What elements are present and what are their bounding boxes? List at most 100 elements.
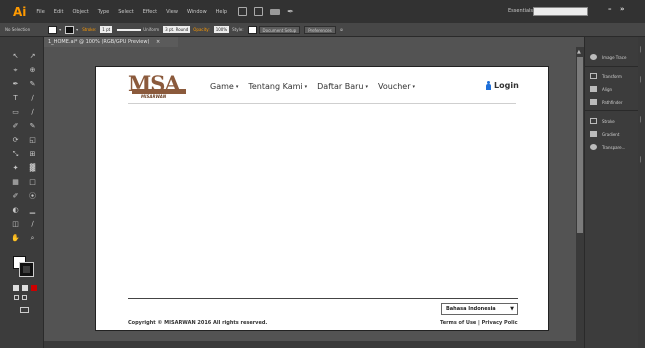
nav-game[interactable]: Game ▾ xyxy=(210,82,238,91)
none-icon[interactable] xyxy=(31,285,37,291)
chevron-down-icon[interactable]: ▾ xyxy=(59,27,61,32)
style-swatch[interactable] xyxy=(247,25,257,34)
selection-status: No Selection xyxy=(5,27,31,32)
site-logo[interactable]: MSA MISARWAN xyxy=(128,72,196,102)
tool-icon[interactable]: ✐ xyxy=(11,192,20,200)
tool-icon[interactable]: ◫ xyxy=(11,220,20,228)
help-search-input[interactable] xyxy=(533,7,588,16)
stroke-swatch[interactable] xyxy=(65,25,75,34)
app-logo: Ai xyxy=(13,4,27,19)
preferences-button[interactable]: Preferences xyxy=(304,25,336,34)
panel-separator xyxy=(585,110,639,111)
vertical-scrollbar[interactable]: ▲ xyxy=(576,47,584,341)
opacity-label[interactable]: Opacity: xyxy=(193,27,209,32)
menu-window[interactable]: Window xyxy=(187,9,207,15)
tool-icon[interactable]: ◱ xyxy=(28,136,37,144)
stroke-profile[interactable]: Uniform xyxy=(143,27,159,32)
horizontal-scrollbar[interactable] xyxy=(44,341,584,348)
canvas[interactable]: MSA MISARWAN Game ▾ Tentang Kami ▾ Daftar … xyxy=(44,47,576,341)
tool-icon[interactable]: ⊞ xyxy=(28,150,37,158)
dock-icon[interactable]: │ xyxy=(639,47,642,53)
tool-icon[interactable]: □ xyxy=(28,178,37,186)
tool-icon[interactable]: ▁ xyxy=(28,206,37,214)
tool-icon[interactable]: ∕ xyxy=(28,108,37,116)
stroke-label[interactable]: Stroke: xyxy=(82,27,96,32)
brush-icon[interactable]: ✒ xyxy=(287,7,294,16)
tool-icon[interactable]: ⌕ xyxy=(28,234,37,242)
workspace-switcher[interactable]: Essentials xyxy=(508,8,533,14)
menu-select[interactable]: Select xyxy=(118,9,133,15)
tool-icon[interactable]: ↖ xyxy=(11,52,20,60)
nav-voucher[interactable]: Voucher ▾ xyxy=(378,82,415,91)
style-label: Style: xyxy=(232,27,244,32)
panel-transparency[interactable]: Transpare... xyxy=(590,144,625,150)
color-icon[interactable] xyxy=(13,285,19,291)
tool-icon[interactable]: ◐ xyxy=(11,206,20,214)
artboard[interactable]: MSA MISARWAN Game ▾ Tentang Kami ▾ Daftar … xyxy=(95,66,549,331)
close-icon[interactable]: × xyxy=(156,39,160,45)
menu-type[interactable]: Type xyxy=(98,9,109,15)
arrange-documents-icon[interactable] xyxy=(270,8,281,15)
tool-icon[interactable]: ✐ xyxy=(11,122,20,130)
panel-stroke[interactable]: Stroke xyxy=(590,118,615,124)
menu-help[interactable]: Help xyxy=(216,9,227,15)
footer-divider xyxy=(128,298,518,299)
footer-links[interactable]: Terms of Use | Privacy Polic xyxy=(440,320,518,326)
vertical-scroll-thumb[interactable] xyxy=(577,57,583,233)
tool-icon[interactable]: ▭ xyxy=(11,108,20,116)
maximize-button[interactable]: » xyxy=(620,5,625,13)
panel-transform[interactable]: Transform xyxy=(590,73,622,79)
tool-icon[interactable]: ⌖ xyxy=(11,66,20,74)
draw-behind-icon[interactable] xyxy=(22,295,27,300)
tool-icon[interactable]: T xyxy=(11,94,20,102)
panel-pathfinder[interactable]: Pathfinder xyxy=(590,99,623,105)
dock-icon[interactable]: │ xyxy=(639,157,642,163)
minimize-button[interactable]: – xyxy=(608,5,612,13)
tool-icon[interactable]: ∕ xyxy=(28,220,37,228)
tool-icon[interactable]: ▓ xyxy=(28,164,37,172)
arrange-icon[interactable]: ⊜ xyxy=(340,27,343,32)
gradient-icon[interactable] xyxy=(22,285,28,291)
dock-icon[interactable]: │ xyxy=(639,117,642,123)
stroke-weight-field[interactable]: 1 pt xyxy=(100,26,113,33)
bridge-icon[interactable] xyxy=(238,7,248,16)
panel-gradient[interactable]: Gradient xyxy=(590,131,619,137)
document-tab-title: 1_HOME.ai* @ 100% (RGB/GPU Preview) xyxy=(48,39,150,45)
language-select[interactable]: Bahasa Indonesia ▼ xyxy=(441,303,518,315)
dock-icon[interactable]: │ xyxy=(639,77,642,83)
menu-object[interactable]: Object xyxy=(72,9,88,15)
menu-edit[interactable]: Edit xyxy=(54,9,64,15)
scroll-up-icon[interactable]: ▲ xyxy=(577,49,581,55)
user-icon xyxy=(486,81,491,90)
stock-icon[interactable] xyxy=(254,7,264,16)
tool-icon[interactable]: ▦ xyxy=(11,178,20,186)
tool-icon[interactable]: ✋ xyxy=(11,234,20,242)
tool-icon[interactable]: ✒ xyxy=(11,80,20,88)
menu-view[interactable]: View xyxy=(166,9,178,15)
tool-icon[interactable]: ⟳ xyxy=(11,136,20,144)
login-link[interactable]: Login xyxy=(486,81,519,90)
tool-icon[interactable]: ∕ xyxy=(28,94,37,102)
tool-icon[interactable]: ✦ xyxy=(11,164,20,172)
menu-effect[interactable]: Effect xyxy=(143,9,157,15)
tool-icon[interactable]: ⤡ xyxy=(11,150,20,158)
chevron-down-icon[interactable]: ▾ xyxy=(76,27,78,32)
panel-align[interactable]: Align xyxy=(590,86,612,92)
menu-file[interactable]: File xyxy=(36,9,44,15)
screen-mode-icon[interactable] xyxy=(20,307,29,313)
panel-image-trace[interactable]: Image Trace xyxy=(590,54,626,60)
stroke-color-swatch[interactable] xyxy=(19,262,34,277)
tool-icon[interactable]: ✎ xyxy=(28,80,37,88)
tool-icon[interactable]: ↗ xyxy=(28,52,37,60)
tool-icon[interactable]: ⦿ xyxy=(28,192,37,200)
tool-icon[interactable]: ✎ xyxy=(28,122,37,130)
document-setup-button[interactable]: Document Setup xyxy=(258,25,301,34)
nav-tentang-kami[interactable]: Tentang Kami ▾ xyxy=(248,82,307,91)
brush-definition[interactable]: 3 pt. Round xyxy=(163,26,191,33)
draw-normal-icon[interactable] xyxy=(14,295,19,300)
nav-daftar-baru[interactable]: Daftar Baru ▾ xyxy=(317,82,368,91)
tool-icon[interactable]: ⊕ xyxy=(28,66,37,74)
fill-swatch[interactable] xyxy=(48,25,58,34)
document-tab[interactable]: 1_HOME.ai* @ 100% (RGB/GPU Preview) × xyxy=(44,37,178,47)
opacity-field[interactable]: 100% xyxy=(213,26,230,33)
